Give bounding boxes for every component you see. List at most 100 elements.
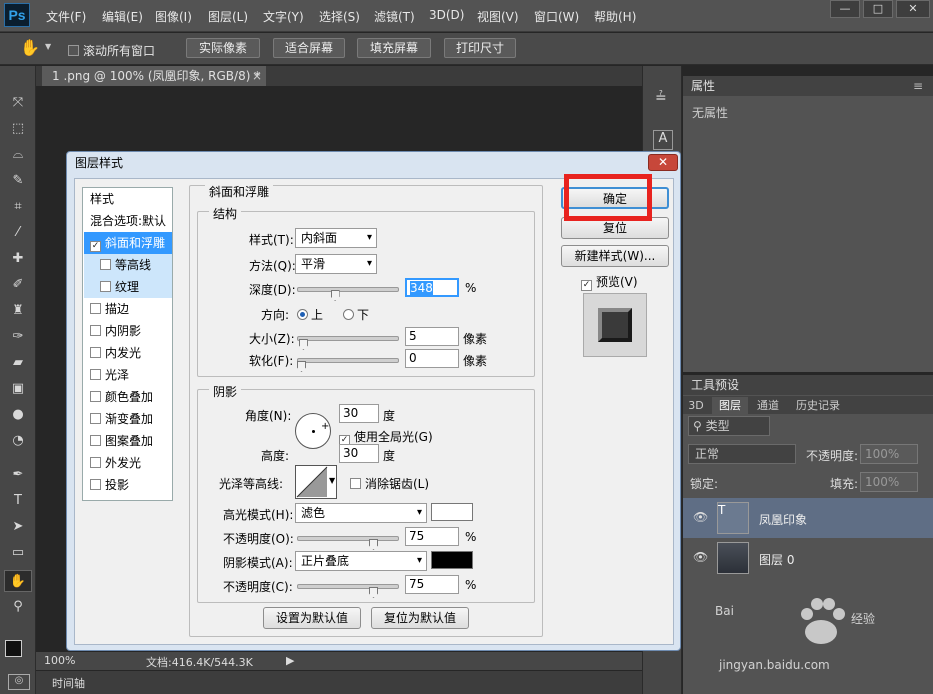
timeline-label[interactable]: 时间轴: [52, 675, 85, 691]
soften-slider[interactable]: [297, 358, 399, 363]
character-panel-icon[interactable]: A: [653, 130, 673, 150]
size-slider[interactable]: [297, 336, 399, 341]
menu-view[interactable]: 视图(V): [477, 8, 519, 25]
menu-edit[interactable]: 编辑(E): [102, 8, 143, 25]
menu-3d[interactable]: 3D(D): [429, 8, 464, 22]
fill-input[interactable]: 100%: [860, 472, 918, 492]
style-item[interactable]: 描边: [84, 298, 172, 320]
move-tool-icon[interactable]: ⤧: [4, 92, 32, 114]
style-item[interactable]: 等高线: [84, 254, 172, 276]
soften-input[interactable]: 0: [405, 349, 459, 368]
styles-header[interactable]: 样式: [84, 188, 172, 210]
shadow-mode-select[interactable]: 正片叠底: [295, 551, 427, 571]
shadow-opacity-input[interactable]: 75: [405, 575, 459, 594]
shadow-opacity-slider[interactable]: [297, 584, 399, 589]
panel-menu-icon[interactable]: ≡: [913, 76, 923, 96]
style-item[interactable]: ✓ 斜面和浮雕: [84, 232, 172, 254]
hand-tool-icon[interactable]: ✋: [20, 38, 40, 57]
highlight-mode-select[interactable]: 滤色: [295, 503, 427, 523]
status-arrow-icon[interactable]: ▶: [286, 654, 294, 667]
menu-select[interactable]: 选择(S): [319, 8, 360, 25]
style-item[interactable]: 内发光: [84, 342, 172, 364]
hand-tool-icon[interactable]: ✋: [4, 570, 32, 592]
shadow-color-swatch[interactable]: [431, 551, 473, 569]
opacity-input[interactable]: 100%: [860, 444, 918, 464]
gradient-tool-icon[interactable]: ▣: [4, 378, 32, 400]
path-select-tool-icon[interactable]: ➤: [4, 516, 32, 538]
tab-channels[interactable]: 通道: [752, 397, 784, 414]
style-item[interactable]: 外发光: [84, 452, 172, 474]
fill-screen-button[interactable]: 填充屏幕: [357, 38, 431, 58]
menu-type[interactable]: 文字(Y): [263, 8, 304, 25]
blend-mode-select[interactable]: 正常: [688, 444, 796, 464]
dialog-close-button[interactable]: ✕: [648, 154, 678, 171]
marquee-tool-icon[interactable]: ⬚: [4, 118, 32, 140]
document-tab-close-icon[interactable]: ×: [252, 66, 262, 86]
document-tab[interactable]: 1 .png @ 100% (凤凰印象, RGB/8) * ×: [42, 66, 266, 86]
style-item[interactable]: 投影: [84, 474, 172, 496]
quick-select-tool-icon[interactable]: ✎: [4, 170, 32, 192]
style-item[interactable]: 纹理: [84, 276, 172, 298]
preview-checkbox[interactable]: ✓ 预览(V): [581, 273, 638, 291]
size-input[interactable]: 5: [405, 327, 459, 346]
dodge-tool-icon[interactable]: ◔: [4, 430, 32, 452]
quick-mask-icon[interactable]: ◎: [8, 674, 30, 690]
highlight-color-swatch[interactable]: [431, 503, 473, 521]
tab-3d[interactable]: 3D: [686, 397, 706, 414]
visibility-eye-icon[interactable]: 👁: [693, 510, 708, 524]
new-style-button[interactable]: 新建样式(W)...: [561, 245, 669, 267]
tab-layers[interactable]: 图层: [712, 397, 748, 414]
eraser-tool-icon[interactable]: ▰: [4, 352, 32, 374]
menu-help[interactable]: 帮助(H): [594, 8, 636, 25]
menu-file[interactable]: 文件(F): [46, 8, 86, 25]
print-size-button[interactable]: 打印尺寸: [444, 38, 516, 58]
technique-select[interactable]: 平滑: [295, 254, 377, 274]
minimize-button[interactable]: —: [830, 0, 860, 18]
layer-filter-select[interactable]: ⚲ 类型: [688, 416, 770, 436]
foreground-color-swatch[interactable]: [5, 640, 22, 657]
layer-row[interactable]: 👁 图层 0: [683, 538, 933, 578]
style-item[interactable]: 图案叠加: [84, 430, 172, 452]
crop-tool-icon[interactable]: ⌗: [4, 196, 32, 218]
direction-down-radio[interactable]: 下: [343, 306, 369, 323]
tool-preset-arrow-icon[interactable]: ▼: [45, 42, 51, 51]
pen-tool-icon[interactable]: ✒: [4, 464, 32, 486]
menu-layer[interactable]: 图层(L): [208, 8, 248, 25]
make-default-button[interactable]: 设置为默认值: [263, 607, 361, 629]
tool-presets-title[interactable]: 工具预设: [683, 378, 739, 392]
properties-title[interactable]: 属性: [683, 79, 715, 93]
menu-filter[interactable]: 滤镜(T): [374, 8, 415, 25]
menu-image[interactable]: 图像(I): [155, 8, 192, 25]
fit-screen-button[interactable]: 适合屏幕: [273, 38, 345, 58]
maximize-button[interactable]: □: [863, 0, 893, 18]
tab-history[interactable]: 历史记录: [790, 397, 846, 414]
clone-stamp-tool-icon[interactable]: ♜: [4, 300, 32, 322]
style-item[interactable]: 颜色叠加: [84, 386, 172, 408]
angle-dial[interactable]: +: [295, 413, 331, 449]
history-brush-tool-icon[interactable]: ✑: [4, 326, 32, 348]
highlight-opacity-slider[interactable]: [297, 536, 399, 541]
actual-pixels-button[interactable]: 实际像素: [186, 38, 260, 58]
brush-tool-icon[interactable]: ✐: [4, 274, 32, 296]
rectangle-tool-icon[interactable]: ▭: [4, 542, 32, 564]
menu-window[interactable]: 窗口(W): [534, 8, 579, 25]
blend-options-item[interactable]: 混合选项:默认: [84, 210, 172, 232]
character-styles-icon[interactable]: ≟: [655, 90, 673, 108]
zoom-level[interactable]: 100%: [44, 654, 75, 667]
zoom-tool-icon[interactable]: ⚲: [4, 596, 32, 618]
eyedropper-tool-icon[interactable]: ⁄: [4, 222, 32, 244]
style-item[interactable]: 光泽: [84, 364, 172, 386]
bevel-style-select[interactable]: 内斜面: [295, 228, 377, 248]
depth-slider[interactable]: [297, 287, 399, 292]
altitude-input[interactable]: 30: [339, 444, 379, 463]
close-window-button[interactable]: ✕: [896, 0, 930, 18]
blur-tool-icon[interactable]: ●: [4, 404, 32, 426]
depth-input[interactable]: 348: [405, 278, 459, 297]
style-item[interactable]: 渐变叠加: [84, 408, 172, 430]
scroll-all-windows-checkbox[interactable]: 滚动所有窗口: [68, 42, 155, 59]
highlight-opacity-input[interactable]: 75: [405, 527, 459, 546]
reset-default-button[interactable]: 复位为默认值: [371, 607, 469, 629]
healing-brush-tool-icon[interactable]: ✚: [4, 248, 32, 270]
type-tool-icon[interactable]: T: [4, 490, 32, 512]
document-info[interactable]: 文档:416.4K/544.3K: [146, 654, 253, 670]
